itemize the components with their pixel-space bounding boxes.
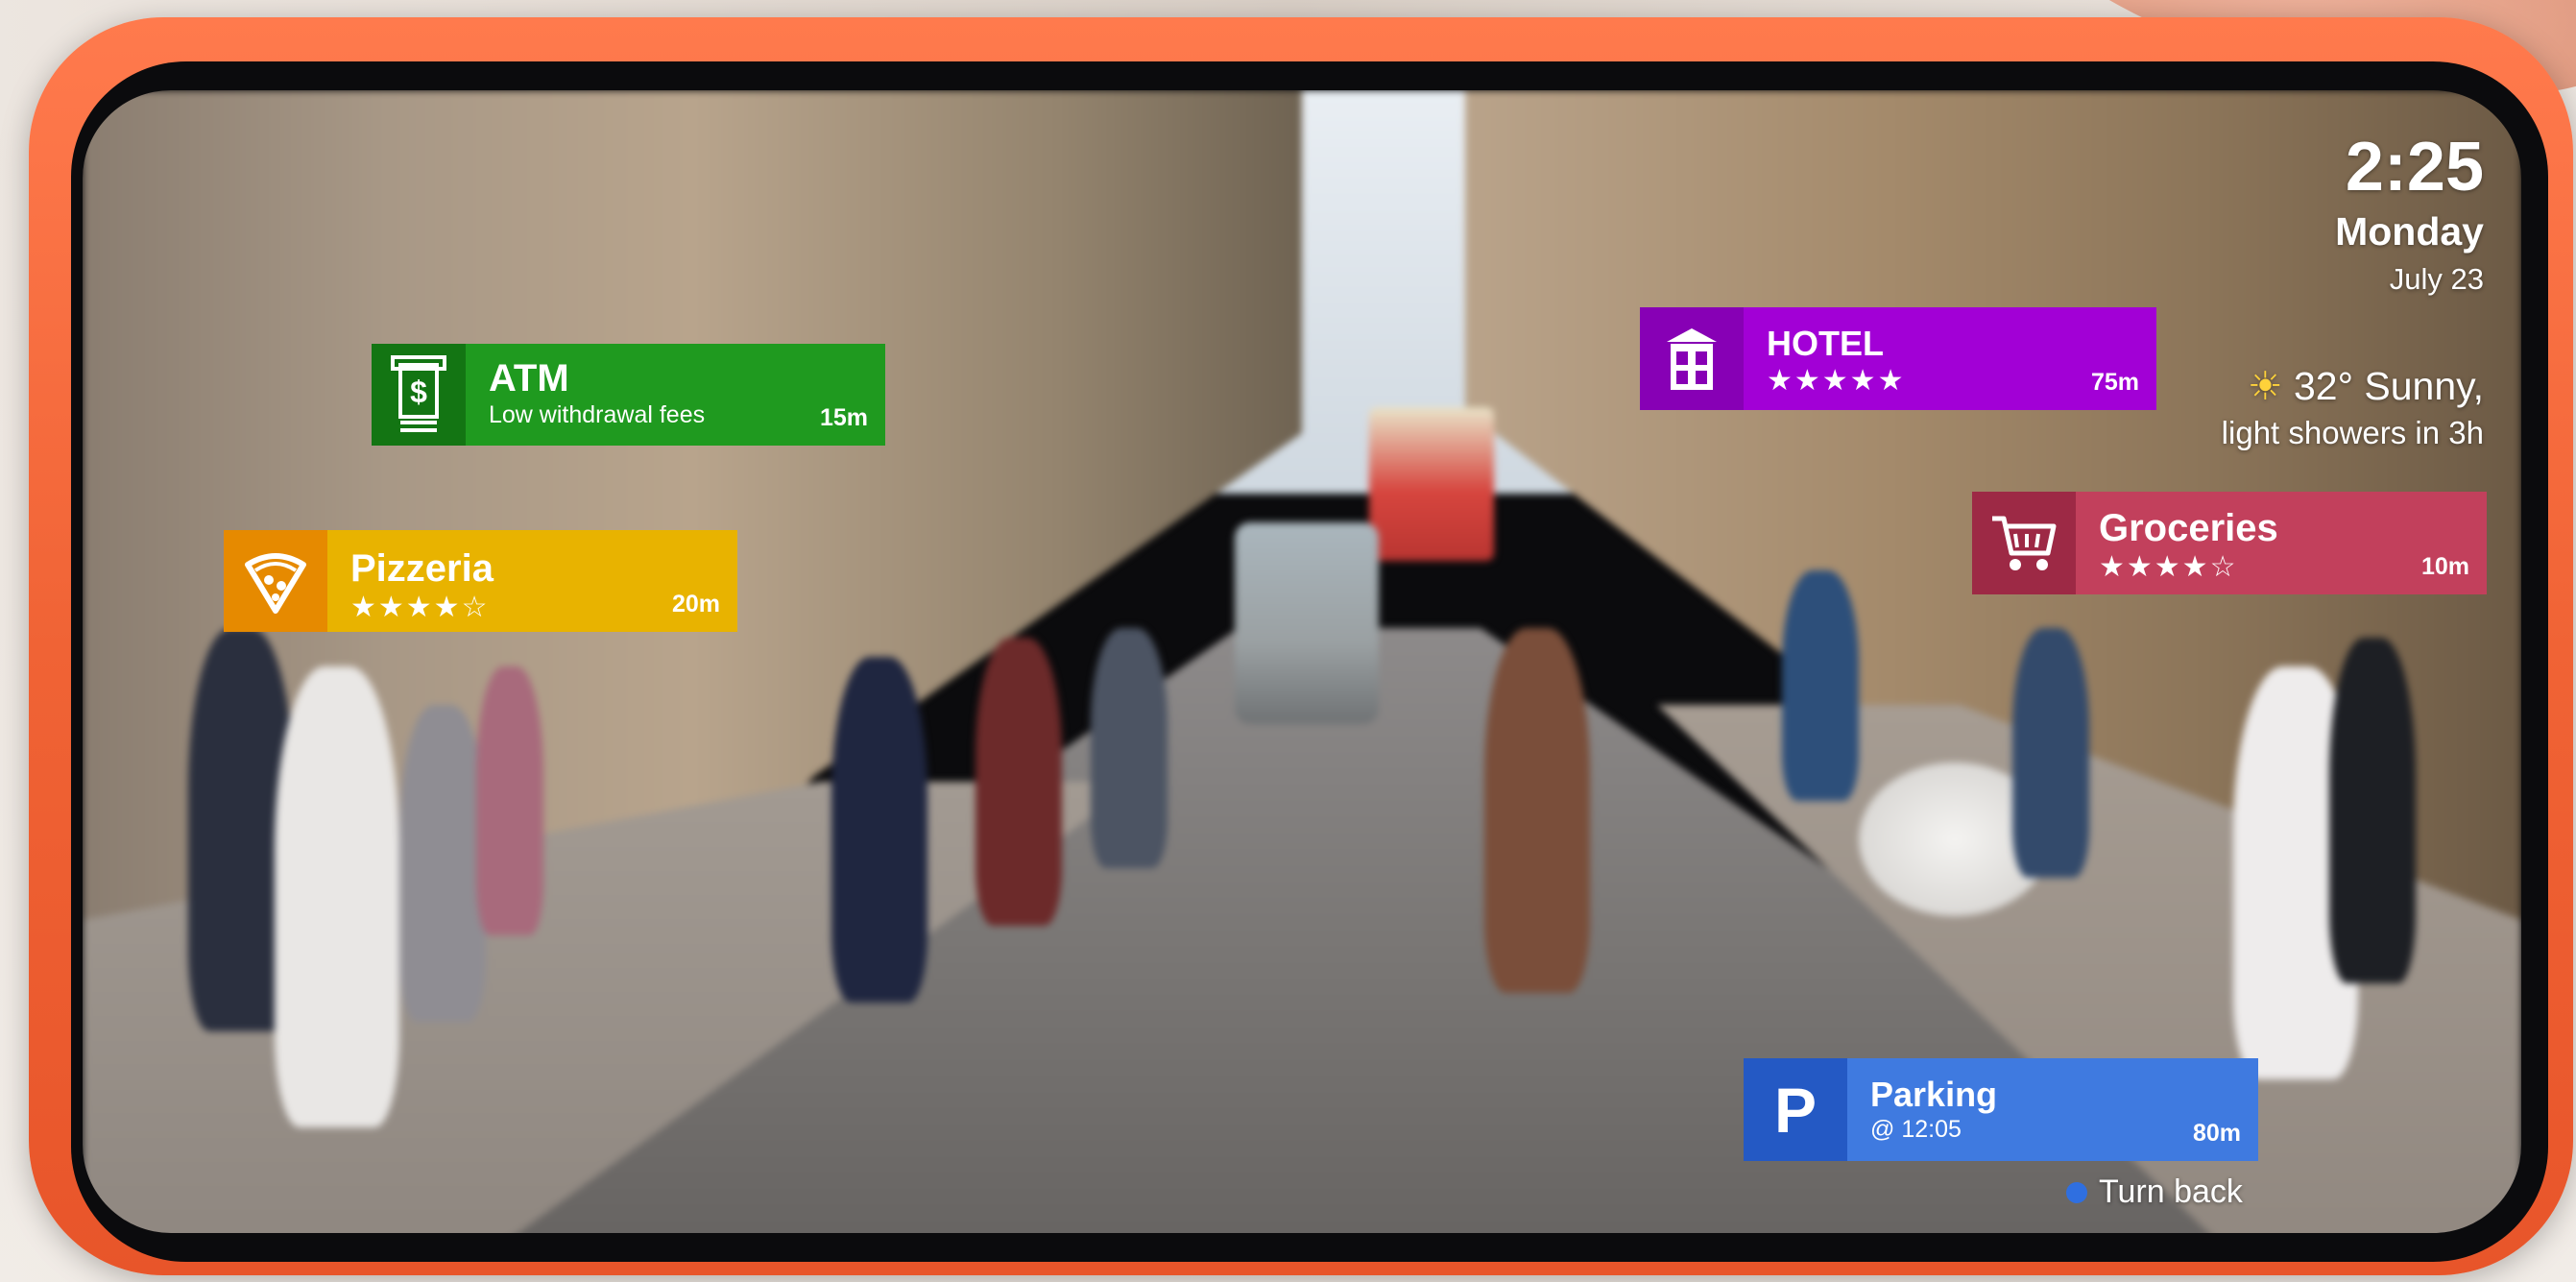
- parking-icon: P: [1744, 1058, 1847, 1161]
- cart-icon: [1972, 492, 2076, 594]
- car: [1235, 522, 1379, 724]
- status-clock: 2:25 Monday July 23: [2335, 133, 2484, 297]
- pedestrian: [1782, 570, 1859, 801]
- pedestrian: [399, 705, 486, 1022]
- pizzeria-distance: 20m: [671, 591, 720, 617]
- pedestrian: [476, 666, 543, 935]
- building-icon: [1640, 307, 1744, 410]
- pizza-icon: [224, 530, 327, 632]
- pedestrian: [2329, 638, 2416, 983]
- atm-title: ATM: [489, 357, 569, 399]
- pizzeria-title: Pizzeria: [350, 547, 494, 590]
- pedestrian: [1091, 628, 1168, 868]
- dot-icon: [2066, 1181, 2087, 1203]
- pedestrian: [2012, 628, 2089, 878]
- sun-icon: ☀: [2247, 364, 2283, 408]
- weather-widget: ☀ 32° Sunny, light showers in 3h: [2222, 363, 2484, 451]
- atm-card[interactable]: $ ATM Low withdrawal fees 15m: [372, 344, 885, 446]
- pedestrian: [831, 657, 927, 1003]
- svg-text:$: $: [410, 375, 427, 409]
- parking-title: Parking: [1870, 1075, 1998, 1114]
- pedestrian: [975, 638, 1062, 926]
- turn-back-button[interactable]: Turn back: [2066, 1173, 2243, 1211]
- parking-letter: P: [1773, 1074, 1818, 1146]
- atm-icon: $: [372, 344, 466, 446]
- weather-temp: 32° Sunny,: [2294, 364, 2484, 408]
- groceries-distance: 10m: [2420, 553, 2469, 580]
- pedestrian: [1484, 628, 1590, 993]
- pizzeria-card[interactable]: Pizzeria ★★★★☆ 20m: [224, 530, 737, 632]
- ar-phone-scene: $ ATM Low withdrawal fees 15m Pizzeria ★…: [0, 0, 2576, 1282]
- hotel-card[interactable]: HOTEL ★★★★★ 75m: [1640, 307, 2156, 410]
- atm-distance: 15m: [819, 404, 868, 431]
- bus: [1369, 407, 1494, 561]
- clock-time: 2:25: [2345, 129, 2484, 206]
- clock-day: Monday: [2335, 209, 2484, 254]
- pedestrian: [275, 666, 399, 1127]
- groceries-title: Groceries: [2099, 507, 2278, 549]
- turn-back-label: Turn back: [2099, 1173, 2243, 1210]
- parking-card[interactable]: P Parking @ 12:05 80m: [1744, 1058, 2258, 1161]
- parking-distance: 80m: [2192, 1120, 2241, 1147]
- clock-date: July 23: [2389, 262, 2484, 296]
- groceries-card[interactable]: Groceries ★★★★☆ 10m: [1972, 492, 2487, 594]
- hotel-title: HOTEL: [1767, 324, 1884, 363]
- hotel-distance: 75m: [2090, 369, 2139, 396]
- weather-forecast: light showers in 3h: [2221, 415, 2484, 450]
